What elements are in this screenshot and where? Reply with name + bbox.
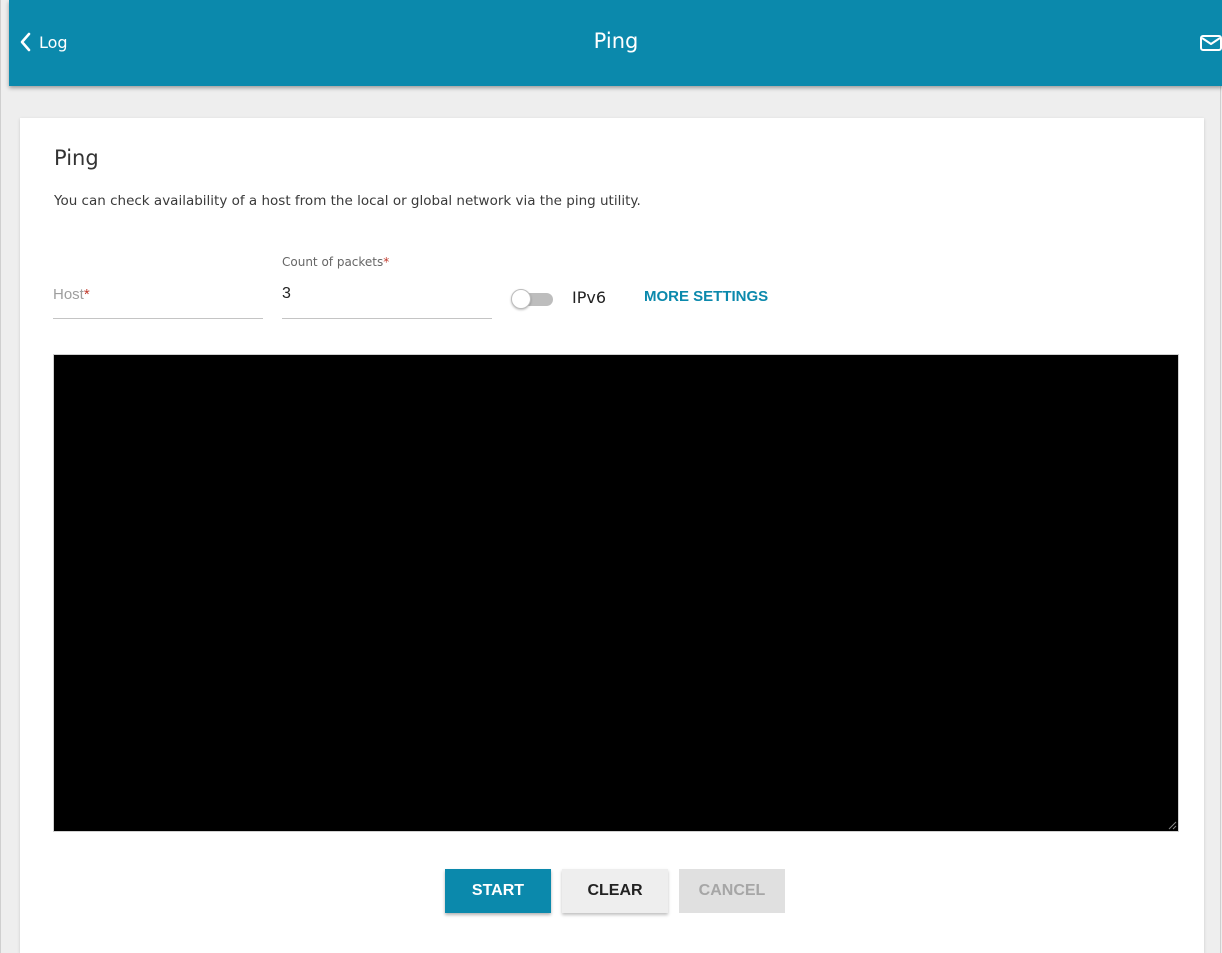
ping-card: Ping You can check availability of a hos… <box>20 118 1204 953</box>
host-placeholder-text: Host <box>53 286 84 303</box>
page-title: Ping <box>54 146 99 170</box>
start-button[interactable]: START <box>445 869 551 913</box>
more-settings-link[interactable]: MORE SETTINGS <box>644 288 768 305</box>
count-of-packets-field[interactable]: Count of packets* 3 <box>282 255 492 319</box>
resize-grip-icon[interactable] <box>1168 821 1177 830</box>
host-required-mark: * <box>83 286 90 303</box>
ping-output-console[interactable] <box>53 354 1179 832</box>
clear-button[interactable]: CLEAR <box>562 869 668 913</box>
page-description: You can check availability of a host fro… <box>54 193 641 209</box>
ipv6-toggle[interactable] <box>511 289 555 309</box>
host-placeholder: Host* <box>53 286 90 303</box>
ipv6-toggle-knob <box>511 289 531 309</box>
count-of-packets-value: 3 <box>282 285 291 302</box>
count-required-mark: * <box>383 255 390 269</box>
notifications-button[interactable] <box>1199 33 1222 57</box>
count-of-packets-label: Count of packets* <box>282 255 389 269</box>
count-of-packets-label-text: Count of packets <box>282 255 384 269</box>
mail-icon <box>1200 35 1222 51</box>
page-header-title: Ping <box>593 29 639 53</box>
cancel-button[interactable]: CANCEL <box>679 869 785 913</box>
ipv6-label: IPv6 <box>572 288 607 307</box>
host-field[interactable]: Host* <box>53 274 263 319</box>
app-frame: Log Ping Ping You can check availability… <box>0 0 1222 953</box>
top-bar: Log Ping <box>9 0 1222 86</box>
